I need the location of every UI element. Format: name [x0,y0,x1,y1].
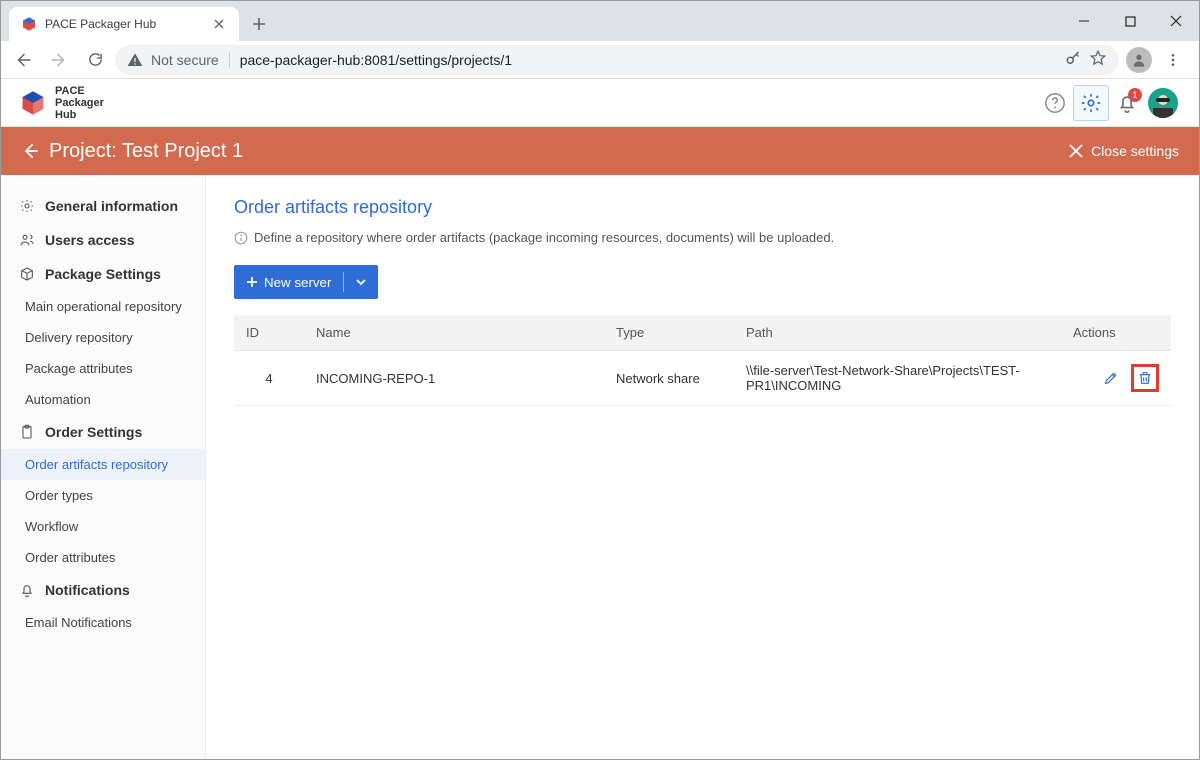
app-window: PACE Packager Hub [0,0,1200,760]
table-row[interactable]: 4 INCOMING-REPO-1 Network share \\file-s… [234,351,1171,406]
warning-icon [127,52,143,68]
close-settings-label: Close settings [1091,143,1179,159]
cube-icon [19,89,47,117]
page-header-bar: Project: Test Project 1 Close settings [1,127,1199,175]
divider [229,52,230,68]
not-secure-label: Not secure [151,52,219,68]
notification-badge: 1 [1128,88,1142,102]
minimize-button[interactable] [1061,1,1107,41]
info-icon [234,231,248,245]
users-icon [19,232,35,248]
sidebar-section-order[interactable]: Order Settings [1,415,205,449]
avatar-icon [1148,88,1178,118]
nav-forward-button[interactable] [43,44,75,76]
cube-icon [19,266,35,282]
sidebar-section-users[interactable]: Users access [1,223,205,257]
col-path[interactable]: Path [734,315,1061,351]
page-back-button[interactable] [21,141,49,161]
new-tab-button[interactable] [245,10,273,38]
col-actions[interactable]: Actions [1061,315,1171,351]
window-titlebar: PACE Packager Hub [1,1,1199,41]
gear-icon [19,198,35,214]
tab-strip: PACE Packager Hub [1,1,1061,41]
security-indicator[interactable]: Not secure [127,52,219,68]
servers-table: ID Name Type Path Actions 4 INCOMING-REP… [234,315,1171,406]
sidebar-item-delivery-repo[interactable]: Delivery repository [1,322,205,353]
chevron-down-icon [356,277,366,287]
sidebar-item-order-artifacts[interactable]: Order artifacts repository [1,449,205,480]
bell-icon [19,582,35,598]
brand-logo[interactable]: PACEPackagerHub [19,85,104,121]
arrow-left-icon [21,141,41,161]
cell-name: INCOMING-REPO-1 [304,351,604,406]
sidebar-item-order-attrs[interactable]: Order attributes [1,542,205,573]
key-icon[interactable] [1065,49,1083,70]
clipboard-icon [19,424,35,440]
kebab-icon [1165,52,1181,68]
close-settings-button[interactable]: Close settings [1069,143,1179,159]
cell-type: Network share [604,351,734,406]
browser-tab[interactable]: PACE Packager Hub [9,7,239,41]
reload-button[interactable] [79,44,111,76]
new-server-dropdown[interactable] [344,265,378,299]
info-line: Define a repository where order artifact… [234,230,1171,245]
page-title: Project: Test Project 1 [49,140,243,163]
plus-icon [246,276,258,288]
app-header: PACEPackagerHub 1 [1,79,1199,127]
sidebar-section-general[interactable]: General information [1,189,205,223]
browser-menu-button[interactable] [1157,44,1189,76]
sidebar-item-email-notifications[interactable]: Email Notifications [1,607,205,638]
sidebar-section-notifications[interactable]: Notifications [1,573,205,607]
col-name[interactable]: Name [304,315,604,351]
brand-text: PACEPackagerHub [55,85,104,121]
sidebar-item-order-types[interactable]: Order types [1,480,205,511]
profile-button[interactable] [1123,44,1155,76]
window-close-button[interactable] [1153,1,1199,41]
col-type[interactable]: Type [604,315,734,351]
cube-icon [21,16,37,32]
nav-back-button[interactable] [7,44,39,76]
star-icon[interactable] [1089,49,1107,70]
help-button[interactable] [1037,85,1073,121]
sidebar-item-automation[interactable]: Automation [1,384,205,415]
new-server-button[interactable]: New server [234,265,378,299]
content-area: Order artifacts repository Define a repo… [206,175,1199,759]
sidebar-section-package[interactable]: Package Settings [1,257,205,291]
sidebar-item-package-attrs[interactable]: Package attributes [1,353,205,384]
page-body: General information Users access Package… [1,175,1199,759]
person-icon [1126,47,1152,73]
delete-button[interactable] [1131,364,1159,392]
browser-toolbar: Not secure [1,41,1199,79]
settings-button[interactable] [1073,85,1109,121]
user-avatar[interactable] [1145,85,1181,121]
notifications-button[interactable]: 1 [1109,85,1145,121]
trash-icon [1137,370,1153,386]
url-input[interactable] [240,52,1055,68]
col-id[interactable]: ID [234,315,304,351]
cell-path: \\file-server\Test-Network-Share\Project… [734,351,1061,406]
settings-sidebar: General information Users access Package… [1,175,206,759]
sidebar-item-main-repo[interactable]: Main operational repository [1,291,205,322]
pencil-icon [1103,370,1119,386]
content-heading: Order artifacts repository [234,197,1171,218]
edit-button[interactable] [1097,364,1125,392]
gear-icon [1080,92,1102,114]
maximize-button[interactable] [1107,1,1153,41]
close-tab-icon[interactable] [211,16,227,32]
cell-id: 4 [234,351,304,406]
help-icon [1044,92,1066,114]
sidebar-item-workflow[interactable]: Workflow [1,511,205,542]
tab-title: PACE Packager Hub [45,17,203,31]
close-icon [1069,144,1083,158]
window-controls [1061,1,1199,41]
address-bar[interactable]: Not secure [115,45,1119,75]
